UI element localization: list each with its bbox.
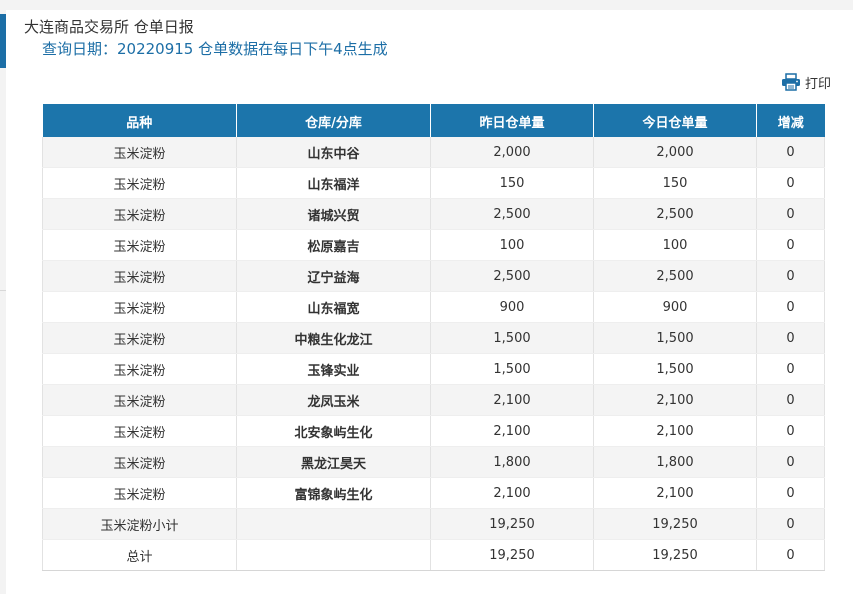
cell-warehouse: 山东中谷 <box>236 137 431 168</box>
table-row: 玉米淀粉 富锦象屿生化 2,100 2,100 0 <box>42 477 825 509</box>
cell-change: 0 <box>756 415 825 447</box>
cell-warehouse: 北安象屿生化 <box>236 415 431 447</box>
column-header-variety: 品种 <box>42 104 237 137</box>
cell-yesterday-quantity: 100 <box>430 229 594 261</box>
cell-today-quantity: 19,250 <box>593 508 757 540</box>
cell-yesterday-quantity: 19,250 <box>430 539 594 571</box>
cell-warehouse: 富锦象屿生化 <box>236 477 431 509</box>
table-row: 玉米淀粉 黑龙江昊天 1,800 1,800 0 <box>42 446 825 478</box>
cell-yesterday-quantity: 2,500 <box>430 198 594 230</box>
cell-today-quantity: 19,250 <box>593 539 757 571</box>
cell-today-quantity: 1,800 <box>593 446 757 478</box>
cell-today-quantity: 2,000 <box>593 137 757 168</box>
warehouse-receipt-table: 品种 仓库/分库 昨日仓单量 今日仓单量 增减 玉米淀粉 山东中谷 2,000 2,0… <box>42 104 825 571</box>
cell-variety: 玉米淀粉 <box>42 291 237 323</box>
cell-variety: 玉米淀粉 <box>42 415 237 447</box>
page-title: 大连商品交易所 仓单日报 <box>24 18 194 36</box>
table-row: 总计 19,250 19,250 0 <box>42 539 825 571</box>
cell-today-quantity: 1,500 <box>593 322 757 354</box>
table-row: 玉米淀粉 松原嘉吉 100 100 0 <box>42 229 825 261</box>
table-row: 玉米淀粉 龙凤玉米 2,100 2,100 0 <box>42 384 825 416</box>
cell-variety: 玉米淀粉 <box>42 260 237 292</box>
query-date-line: 查询日期：20220915 仓单数据在每日下午4点生成 <box>42 40 388 58</box>
cell-change: 0 <box>756 477 825 509</box>
cell-today-quantity: 900 <box>593 291 757 323</box>
cell-variety: 玉米淀粉 <box>42 198 237 230</box>
cell-warehouse: 龙凤玉米 <box>236 384 431 416</box>
table-row: 玉米淀粉 山东福宽 900 900 0 <box>42 291 825 323</box>
cell-yesterday-quantity: 2,100 <box>430 477 594 509</box>
cell-variety: 玉米淀粉 <box>42 229 237 261</box>
column-header-today: 今日仓单量 <box>593 104 757 137</box>
cell-yesterday-quantity: 150 <box>430 167 594 199</box>
cell-warehouse: 松原嘉吉 <box>236 229 431 261</box>
cell-variety: 玉米淀粉 <box>42 477 237 509</box>
cell-variety: 总计 <box>42 539 237 571</box>
column-header-yesterday: 昨日仓单量 <box>430 104 594 137</box>
cell-yesterday-quantity: 2,000 <box>430 137 594 168</box>
cell-today-quantity: 2,100 <box>593 384 757 416</box>
cell-change: 0 <box>756 137 825 168</box>
printer-icon <box>781 73 801 91</box>
cell-change: 0 <box>756 291 825 323</box>
table-row: 玉米淀粉 诸城兴贸 2,500 2,500 0 <box>42 198 825 230</box>
table-row: 玉米淀粉 北安象屿生化 2,100 2,100 0 <box>42 415 825 447</box>
cell-variety: 玉米淀粉 <box>42 137 237 168</box>
table-row: 玉米淀粉 中粮生化龙江 1,500 1,500 0 <box>42 322 825 354</box>
cell-yesterday-quantity: 1,500 <box>430 322 594 354</box>
cell-yesterday-quantity: 1,800 <box>430 446 594 478</box>
cell-today-quantity: 1,500 <box>593 353 757 385</box>
table-header-row: 品种 仓库/分库 昨日仓单量 今日仓单量 增减 <box>42 104 825 137</box>
cell-change: 0 <box>756 446 825 478</box>
cell-change: 0 <box>756 167 825 199</box>
cell-yesterday-quantity: 19,250 <box>430 508 594 540</box>
cell-today-quantity: 2,100 <box>593 415 757 447</box>
table-row: 玉米淀粉 玉锋实业 1,500 1,500 0 <box>42 353 825 385</box>
column-header-warehouse: 仓库/分库 <box>236 104 431 137</box>
cell-change: 0 <box>756 260 825 292</box>
cell-change: 0 <box>756 353 825 385</box>
cell-today-quantity: 150 <box>593 167 757 199</box>
cell-yesterday-quantity: 2,100 <box>430 384 594 416</box>
cell-warehouse <box>236 508 431 540</box>
table-body: 玉米淀粉 山东中谷 2,000 2,000 0 玉米淀粉 山东福洋 150 150 0 玉米淀粉 诸城… <box>42 137 825 571</box>
cell-yesterday-quantity: 2,100 <box>430 415 594 447</box>
cell-change: 0 <box>756 198 825 230</box>
cell-change: 0 <box>756 384 825 416</box>
cell-warehouse: 辽宁益海 <box>236 260 431 292</box>
cell-today-quantity: 100 <box>593 229 757 261</box>
cell-change: 0 <box>756 229 825 261</box>
cell-change: 0 <box>756 322 825 354</box>
cell-warehouse: 山东福洋 <box>236 167 431 199</box>
cell-variety: 玉米淀粉 <box>42 353 237 385</box>
cell-warehouse: 玉锋实业 <box>236 353 431 385</box>
cell-variety: 玉米淀粉 <box>42 446 237 478</box>
cell-warehouse <box>236 539 431 571</box>
cell-yesterday-quantity: 2,500 <box>430 260 594 292</box>
print-label: 打印 <box>804 76 831 92</box>
cell-today-quantity: 2,100 <box>593 477 757 509</box>
print-button[interactable]: 打印 <box>781 72 831 92</box>
cell-variety: 玉米淀粉 <box>42 384 237 416</box>
table-row: 玉米淀粉 山东福洋 150 150 0 <box>42 167 825 199</box>
column-header-change: 增减 <box>756 104 825 137</box>
cell-today-quantity: 2,500 <box>593 260 757 292</box>
cell-warehouse: 中粮生化龙江 <box>236 322 431 354</box>
cell-yesterday-quantity: 1,500 <box>430 353 594 385</box>
cell-variety: 玉米淀粉 <box>42 322 237 354</box>
cell-variety: 玉米淀粉小计 <box>42 508 237 540</box>
cell-change: 0 <box>756 508 825 540</box>
cell-variety: 玉米淀粉 <box>42 167 237 199</box>
cell-yesterday-quantity: 900 <box>430 291 594 323</box>
table-row: 玉米淀粉 山东中谷 2,000 2,000 0 <box>42 137 825 168</box>
cell-change: 0 <box>756 539 825 571</box>
table-row: 玉米淀粉小计 19,250 19,250 0 <box>42 508 825 540</box>
cell-warehouse: 山东福宽 <box>236 291 431 323</box>
cell-warehouse: 黑龙江昊天 <box>236 446 431 478</box>
cell-warehouse: 诸城兴贸 <box>236 198 431 230</box>
table-row: 玉米淀粉 辽宁益海 2,500 2,500 0 <box>42 260 825 292</box>
cell-today-quantity: 2,500 <box>593 198 757 230</box>
